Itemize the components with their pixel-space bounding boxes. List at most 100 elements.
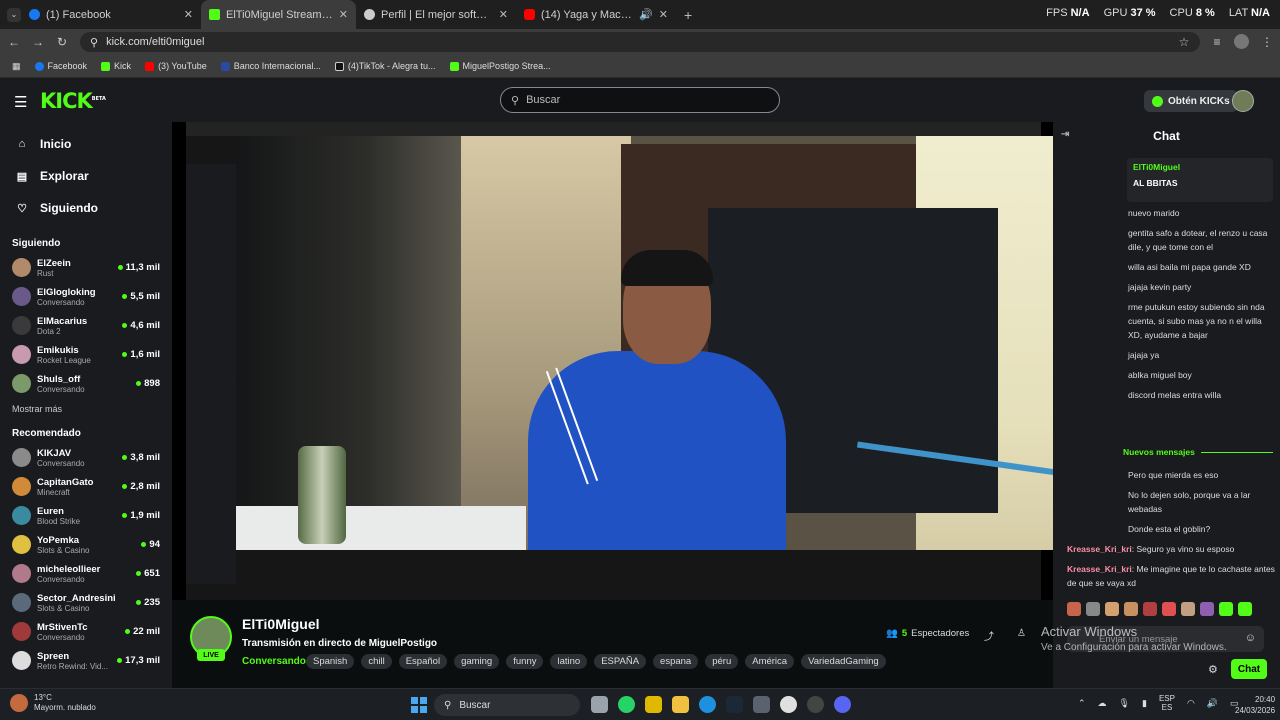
stream-tag[interactable]: gaming	[454, 654, 500, 669]
collapse-chat-icon[interactable]: ⇥	[1061, 129, 1069, 140]
edge-icon[interactable]	[699, 696, 716, 713]
emoji-picker-icon[interactable]: ☺	[1245, 632, 1256, 644]
tab-kick-stream[interactable]: ElTi0Miguel Stream - Watch Live ✕	[201, 0, 356, 29]
close-tab-icon[interactable]: ✕	[499, 8, 508, 21]
show-more-link[interactable]: Mostrar más	[0, 398, 172, 418]
whatsapp-icon[interactable]	[618, 696, 635, 713]
tab-perfil[interactable]: Perfil | El mejor software para p ✕	[356, 0, 516, 29]
site-info-icon[interactable]: ⚲	[90, 36, 98, 49]
close-tab-icon[interactable]: ✕	[184, 8, 193, 21]
sidebar-channel[interactable]: Spreen Retro Rewind: Vid... 17,3 mil	[0, 646, 172, 675]
network-icon[interactable]: ▮	[1142, 698, 1147, 709]
stream-tag[interactable]: Spanish	[306, 654, 355, 669]
tab-facebook[interactable]: (1) Facebook ✕	[21, 0, 201, 29]
sidebar-channel[interactable]: Sector_Andresini Slots & Casino 235	[0, 588, 172, 617]
sidebar-channel[interactable]: Euren Blood Strike 1,9 mil	[0, 501, 172, 530]
wifi-icon[interactable]: ◠	[1187, 698, 1195, 709]
taskbar-clock[interactable]: 20:40 24/03/2026	[1235, 694, 1275, 716]
emote-icon[interactable]	[1067, 602, 1081, 616]
sidebar-channel[interactable]: ElMacarius Dota 2 4,6 mil	[0, 311, 172, 340]
stream-tag[interactable]: funny	[506, 654, 544, 669]
sidebar-channel[interactable]: YoPemka Slots & Casino 94	[0, 530, 172, 559]
apps-icon[interactable]: ▦	[12, 61, 21, 72]
bookmark-miguelpostigo[interactable]: MiguelPostigo Strea...	[449, 61, 551, 71]
sidebar-channel[interactable]: ElGlogloking Conversando 5,5 mil	[0, 282, 172, 311]
sidebar-channel[interactable]: CapitanGato Minecraft 2,8 mil	[0, 472, 172, 501]
follow-icon[interactable]: ♙	[1017, 628, 1026, 639]
tab-search-button[interactable]: ⌄	[7, 7, 21, 22]
chrome-icon[interactable]	[780, 696, 797, 713]
emote-icon[interactable]	[1086, 602, 1100, 616]
stream-tag[interactable]: Español	[398, 654, 448, 669]
media-control-icon[interactable]: ≡	[1205, 35, 1229, 49]
sidebar-channel[interactable]: Shuls_off Conversando 898	[0, 369, 172, 398]
streamer-name[interactable]: ElTi0Miguel	[242, 616, 320, 632]
stream-tag[interactable]: chill	[361, 654, 392, 669]
taskbar-search[interactable]: ⚲ Buscar	[434, 694, 580, 716]
chat-username[interactable]: Kreasse_Kri_kri	[1067, 564, 1132, 574]
bookmark-tiktok[interactable]: (4)TikTok - Alegra tu...	[334, 61, 436, 71]
bookmark-star-icon[interactable]: ☆	[1172, 35, 1196, 49]
stream-tag[interactable]: latino	[550, 654, 588, 669]
nav-inicio[interactable]: ⌂ Inicio	[0, 128, 172, 160]
emote-icon[interactable]	[1143, 602, 1157, 616]
tab-youtube[interactable]: (14) Yaga y Mackie feat. Ar 🔊 ✕	[516, 0, 676, 29]
stream-tag[interactable]: espana	[653, 654, 699, 669]
back-icon[interactable]: ←	[2, 35, 26, 49]
chat-settings-icon[interactable]: ⚙	[1208, 663, 1218, 676]
emote-icon[interactable]	[1105, 602, 1119, 616]
emote-icon[interactable]	[1124, 602, 1138, 616]
bookmark-kick[interactable]: Kick	[101, 61, 131, 71]
task-view-icon[interactable]	[591, 696, 608, 713]
stream-tag[interactable]: América	[745, 654, 795, 669]
address-bar[interactable]: ⚲ kick.com/elti0miguel	[80, 32, 1200, 52]
mic-icon[interactable]: 🎙	[1119, 698, 1130, 709]
emote-icon[interactable]	[1238, 602, 1252, 616]
stream-category[interactable]: Conversando	[242, 656, 306, 667]
windows-start-icon[interactable]	[411, 697, 427, 713]
nav-siguiendo[interactable]: ♡ Siguiendo	[0, 192, 172, 224]
speaker-icon[interactable]: 🔊	[639, 8, 653, 21]
share-icon[interactable]: ⤴	[984, 628, 994, 643]
onedrive-icon[interactable]: ☁	[1098, 698, 1107, 709]
send-chat-button[interactable]: Chat	[1231, 659, 1267, 679]
get-kicks-button[interactable]: Obtén KICKs	[1144, 90, 1238, 112]
close-tab-icon[interactable]: ✕	[659, 8, 668, 21]
close-tab-icon[interactable]: ✕	[339, 8, 348, 21]
sidebar-channel[interactable]: MrStivenTc Conversando 22 mil	[0, 617, 172, 646]
weather-widget[interactable]: 13°C Mayorm. nublado	[10, 693, 96, 713]
sidebar-channel[interactable]: micheleollieer Conversando 651	[0, 559, 172, 588]
file-explorer-icon[interactable]	[672, 696, 689, 713]
bookmark-youtube[interactable]: (3) YouTube	[145, 61, 207, 71]
sidebar-channel[interactable]: ElZeein Rust 11,3 mil	[0, 253, 172, 282]
reload-icon[interactable]: ↻	[50, 35, 74, 49]
chat-username[interactable]: Kreasse_Kri_kri	[1067, 544, 1132, 554]
new-tab-button[interactable]: +	[684, 7, 692, 23]
app-r-icon[interactable]	[645, 696, 662, 713]
pinned-username[interactable]: ElTi0Miguel	[1133, 162, 1267, 172]
sidebar-channel[interactable]: KIKJAV Conversando 3,8 mil	[0, 443, 172, 472]
emote-icon[interactable]	[1181, 602, 1195, 616]
hamburger-menu-icon[interactable]: ☰	[14, 93, 27, 111]
kick-logo[interactable]: KICKBETA	[40, 89, 106, 113]
volume-icon[interactable]: 🔊	[1207, 698, 1218, 709]
steam-icon[interactable]	[726, 696, 743, 713]
emote-icon[interactable]	[1162, 602, 1176, 616]
store-icon[interactable]	[753, 696, 770, 713]
profile-avatar[interactable]	[1234, 34, 1249, 49]
discord-icon[interactable]	[834, 696, 851, 713]
emote-icon[interactable]	[1200, 602, 1214, 616]
obs-icon[interactable]	[807, 696, 824, 713]
video-player[interactable]	[172, 122, 1053, 600]
nav-explorar[interactable]: ▤ Explorar	[0, 160, 172, 192]
sidebar-channel[interactable]: Emikukis Rocket League 1,6 mil	[0, 340, 172, 369]
stream-tag[interactable]: péru	[705, 654, 739, 669]
language-indicator[interactable]: ESP ES	[1159, 694, 1175, 712]
forward-icon[interactable]: →	[26, 35, 50, 49]
stream-tag[interactable]: VariedadGaming	[801, 654, 886, 669]
bookmark-facebook[interactable]: Facebook	[34, 61, 87, 71]
emote-icon[interactable]	[1219, 602, 1233, 616]
stream-tag[interactable]: ESPAÑA	[594, 654, 647, 669]
user-avatar[interactable]	[1232, 90, 1254, 112]
search-input[interactable]: ⚲ Buscar	[500, 87, 780, 113]
